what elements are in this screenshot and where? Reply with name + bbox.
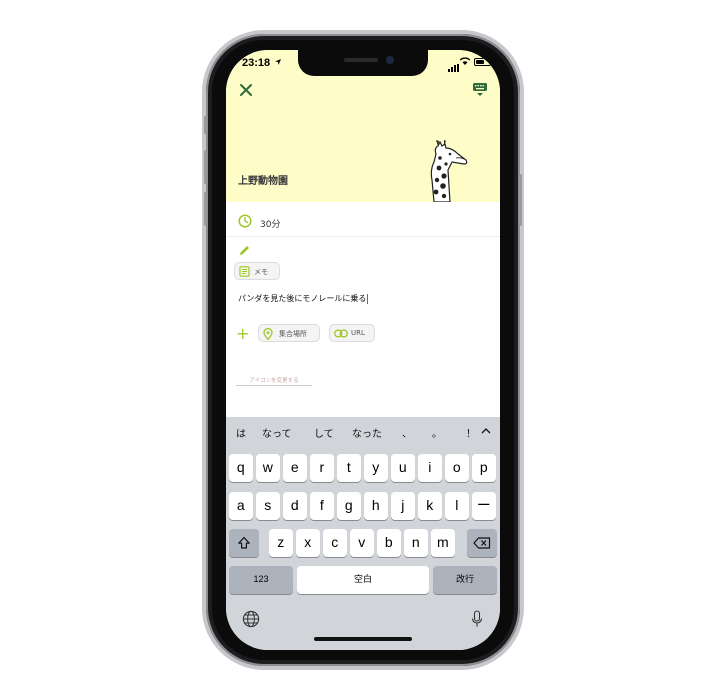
return-key[interactable]: 改行 xyxy=(433,566,497,594)
key-c[interactable]: c xyxy=(323,529,347,557)
candidate-item[interactable]: 。 xyxy=(432,425,442,440)
text-cursor xyxy=(367,293,369,304)
chevron-up-icon[interactable] xyxy=(481,427,491,434)
key-s[interactable]: s xyxy=(256,492,280,520)
duration-value: 30分 xyxy=(260,220,281,230)
numbers-key[interactable]: 123 xyxy=(229,566,293,594)
key-j[interactable]: j xyxy=(391,492,415,520)
volume-down-button xyxy=(204,192,207,226)
link-icon xyxy=(334,329,348,338)
key-r[interactable]: r xyxy=(310,454,334,482)
memo-input[interactable]: パンダを見た後にモノレールに乗る xyxy=(238,293,369,304)
key-w[interactable]: w xyxy=(256,454,280,482)
volume-up-button xyxy=(204,150,207,184)
delete-key[interactable] xyxy=(467,529,497,557)
key-i[interactable]: i xyxy=(418,454,442,482)
memo-icon xyxy=(239,266,250,277)
candidate-item[interactable]: なった xyxy=(352,425,382,440)
map-pin-icon xyxy=(263,328,273,340)
candidate-item[interactable]: 、 xyxy=(402,425,412,440)
key-g[interactable]: g xyxy=(337,492,361,520)
key-b[interactable]: b xyxy=(377,529,401,557)
candidate-item[interactable]: ！ xyxy=(466,425,476,440)
keyboard-dismiss-icon[interactable] xyxy=(472,82,488,98)
memo-text: パンダを見た後にモノレールに乗る xyxy=(238,294,367,303)
key-z[interactable]: z xyxy=(269,529,293,557)
key-v[interactable]: v xyxy=(350,529,374,557)
url-label: URL xyxy=(351,329,365,337)
wifi-icon xyxy=(459,57,471,65)
key-f[interactable]: f xyxy=(310,492,334,520)
key-y[interactable]: y xyxy=(364,454,388,482)
duration-row[interactable]: 30分 xyxy=(226,208,500,237)
key-t[interactable]: t xyxy=(337,454,361,482)
key-e[interactable]: e xyxy=(283,454,307,482)
add-button[interactable]: + xyxy=(236,326,249,342)
speaker xyxy=(344,58,378,62)
key-n[interactable]: n xyxy=(404,529,428,557)
key-o[interactable]: o xyxy=(445,454,469,482)
mute-switch xyxy=(204,116,207,134)
notch xyxy=(298,50,428,76)
front-camera xyxy=(386,56,394,64)
delete-icon xyxy=(473,537,491,549)
screen: 23:18 上野動物園 30分 メモ パンダを見た後にモノレールに乗る + 集合… xyxy=(226,50,500,650)
shift-key[interactable] xyxy=(229,529,259,557)
change-icon-link[interactable]: アイコンを変更する xyxy=(236,376,312,386)
microphone-icon[interactable] xyxy=(471,610,483,628)
space-key[interactable]: 空白 xyxy=(297,566,429,594)
key-d[interactable]: d xyxy=(283,492,307,520)
memo-chip[interactable]: メモ xyxy=(234,262,280,280)
battery-icon xyxy=(474,58,491,66)
power-button xyxy=(519,174,522,226)
key-l[interactable]: l xyxy=(445,492,469,520)
home-indicator xyxy=(314,637,412,641)
memo-chip-label: メモ xyxy=(254,268,268,276)
key-x[interactable]: x xyxy=(296,529,320,557)
key-m[interactable]: m xyxy=(431,529,455,557)
keyboard: は なって して なった 、 。 ！ qwertyuiop asdfghjklー… xyxy=(226,417,500,650)
status-time: 23:18 xyxy=(242,57,271,69)
key-long-vowel[interactable]: ー xyxy=(472,492,496,520)
key-p[interactable]: p xyxy=(472,454,496,482)
pencil-icon xyxy=(240,246,249,255)
shift-icon xyxy=(238,536,250,549)
candidate-item[interactable]: なって xyxy=(262,425,292,440)
location-arrow-icon xyxy=(275,59,281,65)
giraffe-illustration xyxy=(430,140,468,202)
key-u[interactable]: u xyxy=(391,454,415,482)
key-h[interactable]: h xyxy=(364,492,388,520)
key-q[interactable]: q xyxy=(229,454,253,482)
phone-frame: 23:18 上野動物園 30分 メモ パンダを見た後にモノレールに乗る + 集合… xyxy=(204,34,522,666)
candidate-bar: は なって して なった 、 。 ！ xyxy=(226,417,500,445)
page-title: 上野動物園 xyxy=(238,176,288,187)
close-icon[interactable] xyxy=(238,82,254,98)
candidate-item[interactable]: は xyxy=(236,425,246,440)
candidate-item[interactable]: して xyxy=(314,425,334,440)
clock-icon xyxy=(238,214,252,228)
url-button[interactable]: URL xyxy=(329,324,375,342)
key-k[interactable]: k xyxy=(418,492,442,520)
meeting-place-button[interactable]: 集合場所 xyxy=(258,324,320,342)
meeting-place-label: 集合場所 xyxy=(279,330,307,338)
key-a[interactable]: a xyxy=(229,492,253,520)
globe-icon[interactable] xyxy=(242,610,260,628)
